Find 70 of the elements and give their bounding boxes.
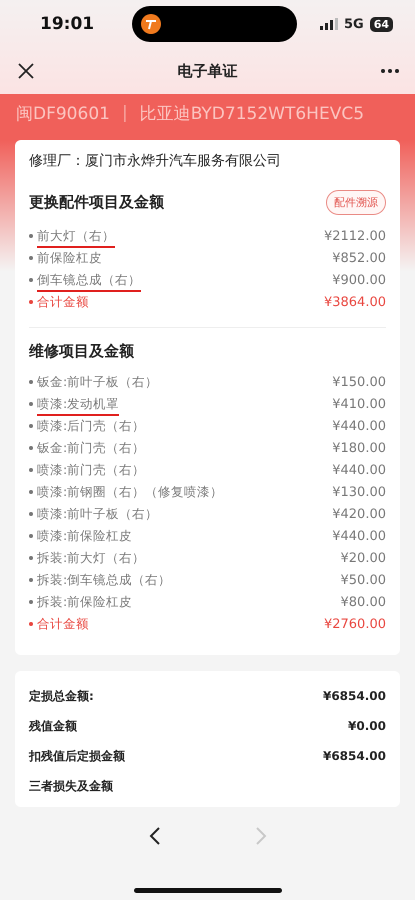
bullet-icon [29,278,33,282]
item-name: 钣金:前叶子板（右） [37,374,158,390]
status-time: 19:01 [40,14,96,34]
close-icon[interactable] [18,63,34,79]
item-amount: ¥80.00 [340,594,386,610]
bullet-icon [29,300,33,304]
bullet-icon [29,468,33,472]
bullet-icon [29,380,33,384]
item-amount: ¥852.00 [332,250,386,266]
item-name: 喷漆:发动机罩 [37,396,120,416]
summary-amount: ¥6854.00 [322,689,386,703]
item-amount: ¥440.00 [332,528,386,544]
bullet-icon [29,556,33,560]
repair-shop: 修理厂：厦门市永烨升汽车服务有限公司 [29,152,282,171]
bullet-icon [29,256,33,260]
item-name: 喷漆:后门壳（右） [37,418,146,434]
summary-label: 三者损失及金额 [29,778,113,794]
more-icon[interactable] [381,69,399,73]
summary-label: 定损总金额: [29,688,94,704]
bullet-icon [29,534,33,538]
summary-amount: ¥6854.00 [322,749,386,763]
section-title: 更换配件项目及金额 [29,193,164,212]
item-amount: ¥20.00 [340,550,386,566]
bullet-icon [29,512,33,516]
item-amount: ¥420.00 [332,506,386,522]
battery-level: 64 [370,16,393,32]
bullet-icon [29,622,33,626]
bullet-icon [29,490,33,494]
summary-label: 残值金额 [29,718,77,734]
network-label: 5G [344,16,364,32]
bullet-icon [29,424,33,428]
bullet-icon [29,446,33,450]
item-name: 喷漆:前保险杠皮 [37,528,132,544]
item-name: 前保险杠皮 [37,250,102,266]
item-amount: ¥2760.00 [324,616,386,632]
summary-label: 扣残值后定损金额 [29,748,125,764]
item-amount: ¥900.00 [332,272,386,288]
item-name: 拆装:倒车镜总成（右） [37,572,172,588]
item-amount: ¥2112.00 [324,228,386,244]
page-title: 电子单证 [178,62,238,80]
item-name: 拆装:前大灯（右） [37,550,146,566]
item-name: 喷漆:前叶子板（右） [37,506,158,522]
item-name: 喷漆:前钢圈（右）（修复喷漆） [37,484,224,500]
section-title: 维修项目及金额 [29,342,134,361]
item-amount: ¥440.00 [332,418,386,434]
item-amount: ¥150.00 [332,374,386,390]
signal-icon [320,18,338,30]
plate-number: 闽DF90601 [16,102,110,124]
bullet-icon [29,578,33,582]
bullet-icon [29,234,33,238]
item-name: 倒车镜总成（右） [37,272,141,292]
parts-trace-button[interactable]: 配件溯源 [326,190,386,215]
item-name: 合计金额 [37,294,89,310]
item-name: 前大灯（右） [37,228,115,248]
separator: | [122,103,128,123]
vehicle-model: 比亚迪BYD7152WT6HEVC5 [140,102,364,124]
item-amount: ¥410.00 [332,396,386,412]
item-name: 钣金:前门壳（右） [37,440,146,456]
item-amount: ¥50.00 [340,572,386,588]
item-amount: ¥3864.00 [324,294,386,310]
item-amount: ¥180.00 [332,440,386,456]
bullet-icon [29,600,33,604]
app-icon [140,13,162,35]
bullet-icon [29,402,33,406]
item-amount: ¥440.00 [332,462,386,478]
summary-amount: ¥0.00 [348,719,386,733]
item-name: 合计金额 [37,616,89,632]
item-name: 拆装:前保险杠皮 [37,594,132,610]
item-name: 喷漆:前门壳（右） [37,462,146,478]
item-amount: ¥130.00 [332,484,386,500]
